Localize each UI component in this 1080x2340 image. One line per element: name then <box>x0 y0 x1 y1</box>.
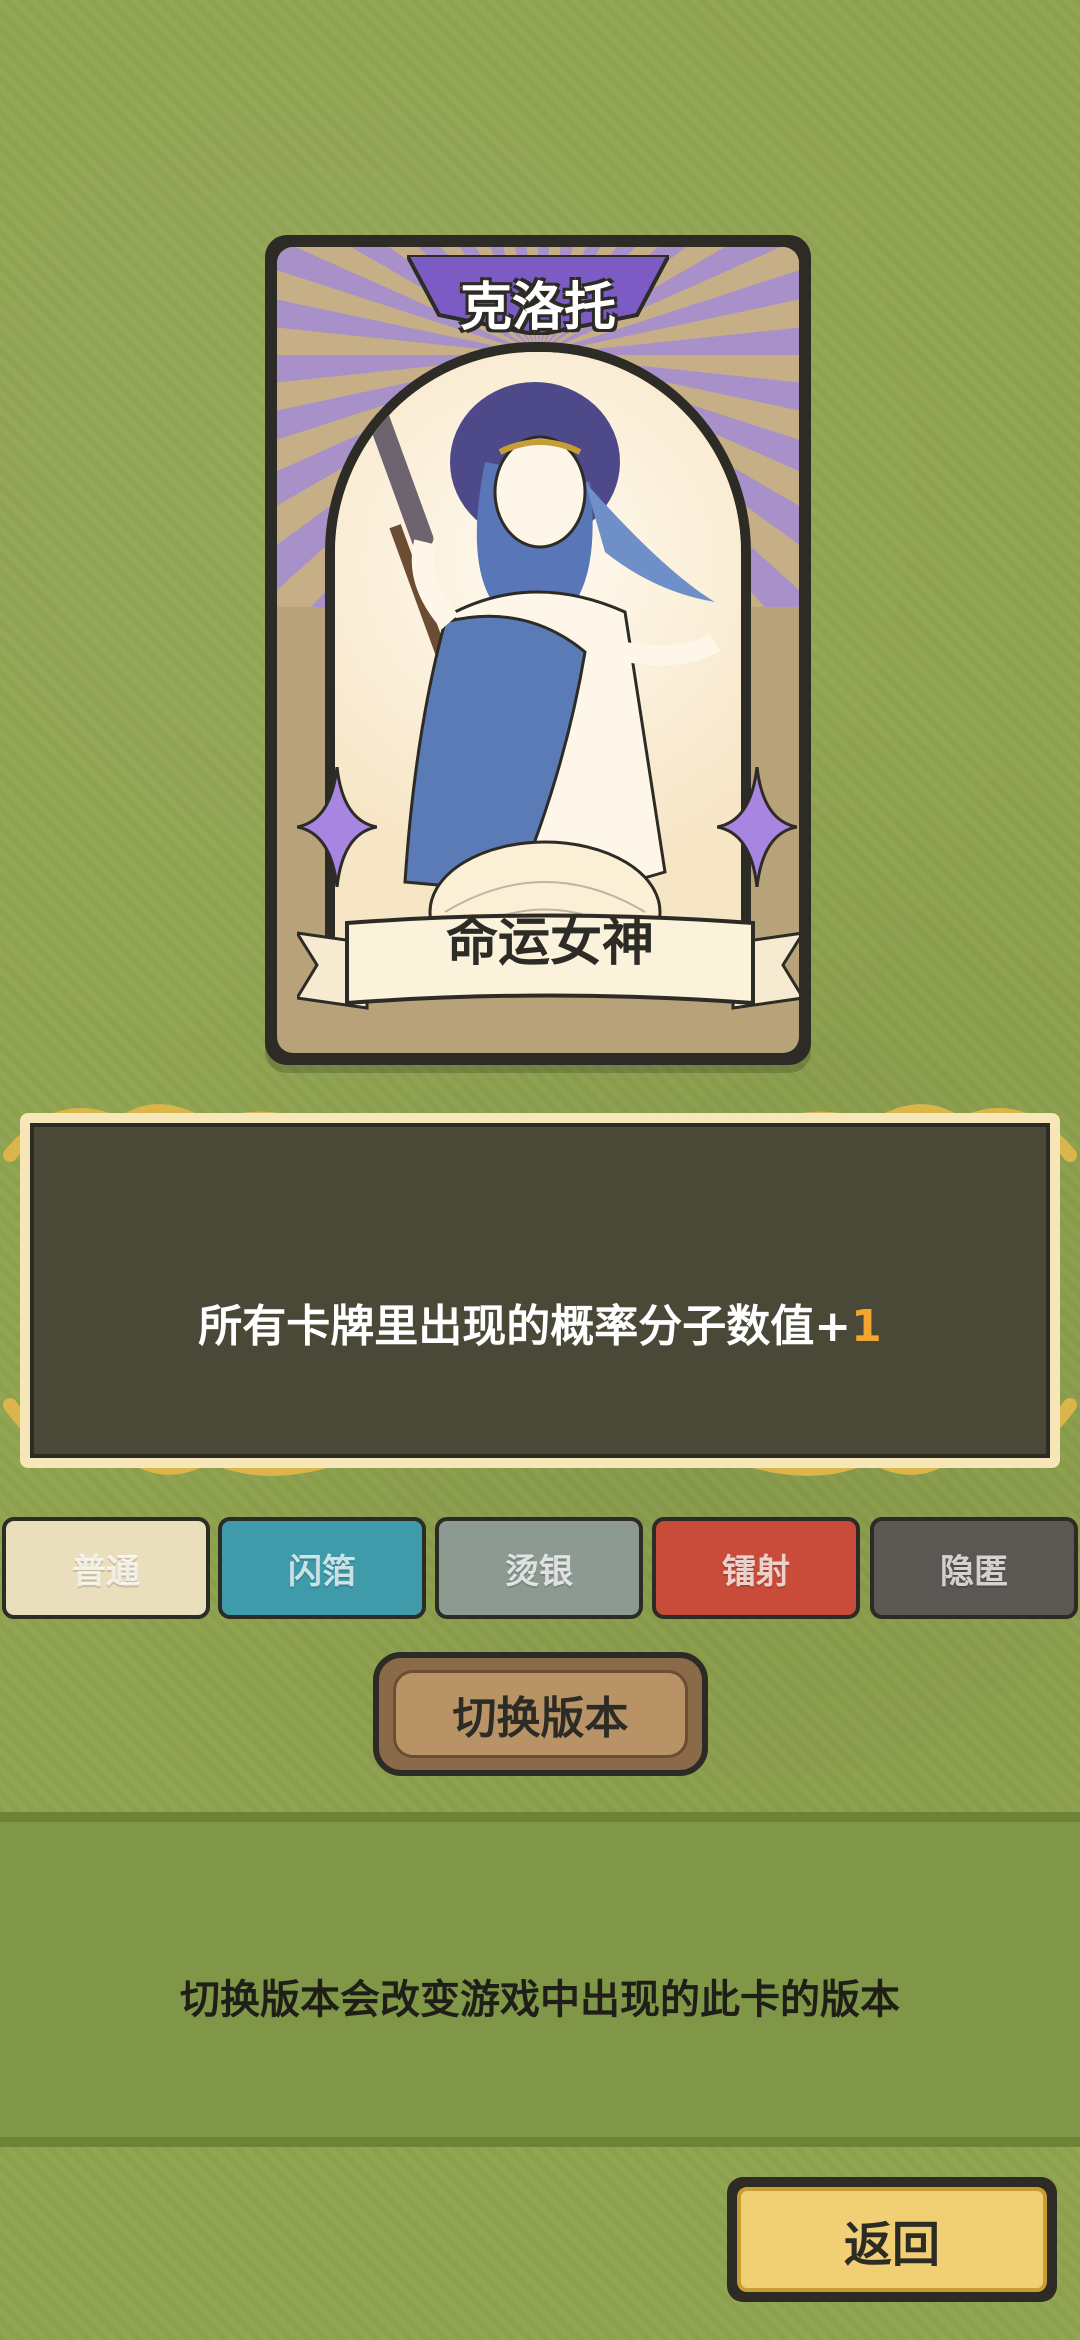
back-button[interactable]: 返回 <box>727 2177 1057 2302</box>
sparkle-icon <box>717 767 797 887</box>
tab-hidden[interactable]: 隐匿 <box>870 1517 1078 1619</box>
info-band: 切换版本会改变游戏中出现的此卡的版本 <box>0 1812 1080 2147</box>
card-title: 命运女神 <box>445 913 654 973</box>
card-title-ribbon: 命运女神 <box>297 913 799 1023</box>
back-label: 返回 <box>843 2216 940 2273</box>
sparkle-icon <box>297 767 377 887</box>
tab-laser[interactable]: 镭射 <box>652 1517 860 1619</box>
description-value: 1 <box>851 1301 882 1352</box>
info-text: 切换版本会改变游戏中出现的此卡的版本 <box>180 1977 900 2023</box>
description-prefix: 所有卡牌里出现的概率分子数值+ <box>198 1301 852 1352</box>
tab-silver[interactable]: 烫银 <box>435 1517 643 1619</box>
card-name-banner: 克洛托 <box>407 255 669 338</box>
card-face: 克洛托 命运女神 <box>277 247 799 1053</box>
card-name: 克洛托 <box>459 278 616 338</box>
card-portrait-frame <box>325 342 751 962</box>
fate-goddess-illustration <box>362 382 721 952</box>
switch-version-label: 切换版本 <box>452 1693 629 1744</box>
description-text: 所有卡牌里出现的概率分子数值+1 <box>0 1290 1080 1354</box>
description-panel: 所有卡牌里出现的概率分子数值+1 <box>0 1085 1080 1505</box>
switch-version-button[interactable]: 切换版本 <box>373 1652 708 1776</box>
version-tabs: 普通 闪箔 烫银 镭射 隐匿 <box>0 1517 1080 1621</box>
character-card: 克洛托 命运女神 <box>265 235 811 1065</box>
tab-foil[interactable]: 闪箔 <box>218 1517 426 1619</box>
tab-normal[interactable]: 普通 <box>2 1517 210 1619</box>
